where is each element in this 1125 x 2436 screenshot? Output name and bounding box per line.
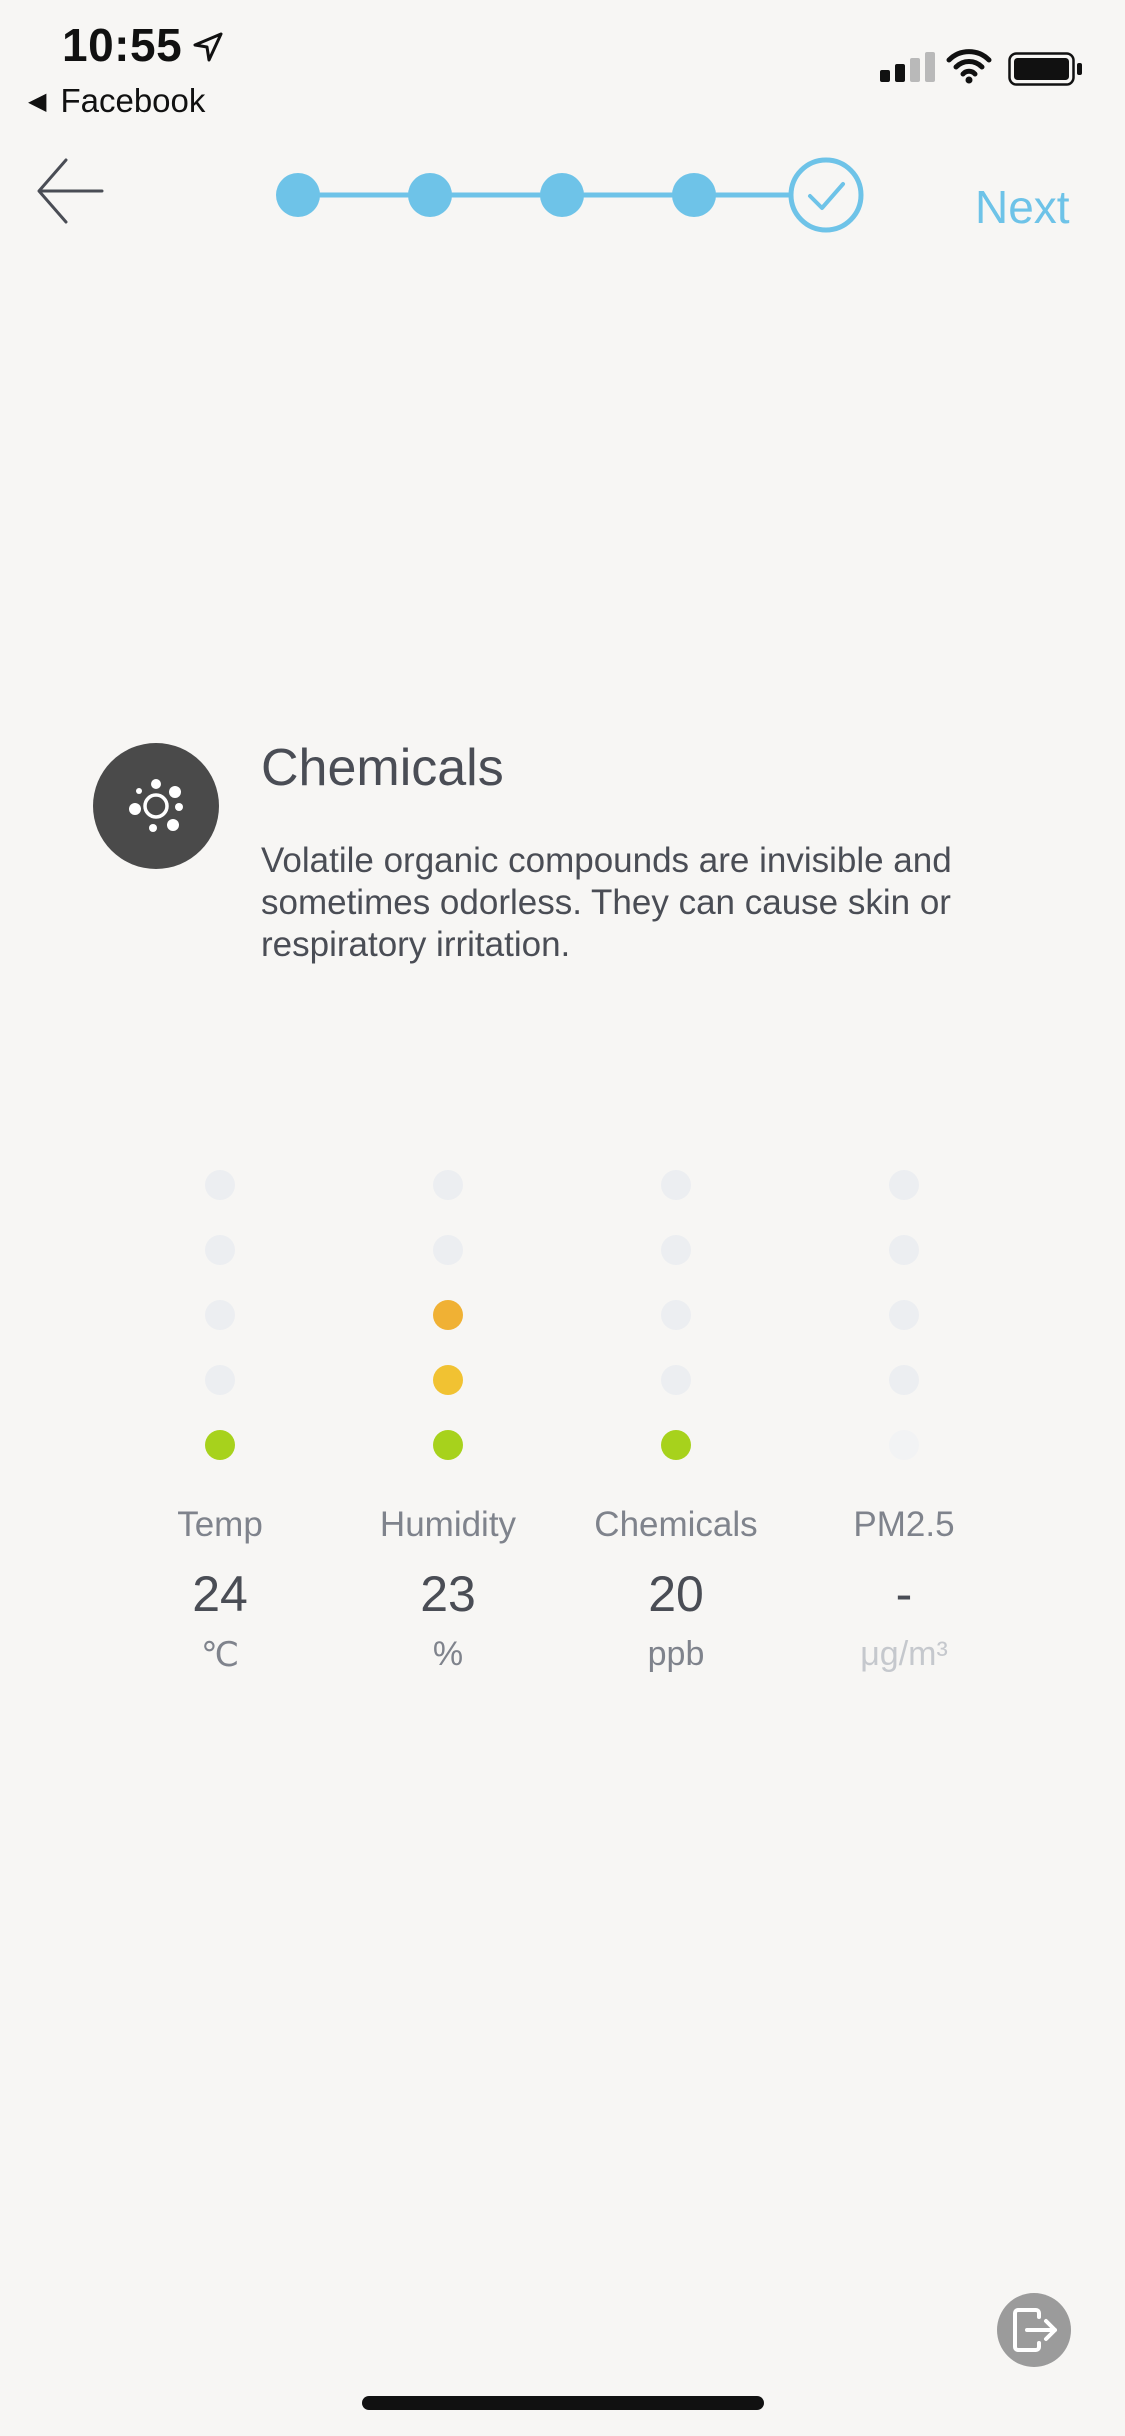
level-dot [205,1430,235,1460]
level-dot [661,1365,691,1395]
wifi-icon [946,49,992,84]
level-dot [205,1170,235,1200]
next-button[interactable]: Next [975,180,1070,234]
metric-unit: ℃ [200,1636,240,1674]
step-4-dot [672,173,716,217]
level-dot [889,1235,919,1265]
level-dot [433,1300,463,1330]
metric-label: Temp [177,1505,263,1544]
level-dot [889,1430,919,1460]
step-3-dot [540,173,584,217]
metric-value: 20 [648,1566,704,1622]
level-dot [433,1235,463,1265]
step-2-dot [408,173,452,217]
info-description: Volatile organic compounds are invisible… [261,841,952,964]
level-dot [661,1235,691,1265]
metric-value: 24 [192,1566,248,1622]
home-indicator[interactable] [362,2396,764,2410]
level-dot [205,1235,235,1265]
chemicals-icon [93,743,219,869]
metric-label: Humidity [379,1505,517,1544]
level-dot [661,1300,691,1330]
exit-button[interactable] [997,2293,1071,2367]
step-1-dot [276,173,320,217]
level-dot [889,1170,919,1200]
status-time: 10:55 [62,19,183,71]
metric-value: - [895,1566,913,1622]
signal-icon [880,52,935,82]
level-dot [889,1365,919,1395]
level-dot [661,1170,691,1200]
level-dot [433,1365,463,1395]
metric-value: 23 [420,1566,476,1622]
back-app-label: Facebook [60,82,206,119]
metric-unit: μg/m³ [860,1635,948,1673]
level-dot [205,1365,235,1395]
battery-icon [1008,52,1082,86]
metric-label: Chemicals [594,1505,758,1544]
level-dot [661,1430,691,1460]
back-triangle-icon: ◀ [28,87,47,115]
progress-stepper [276,157,864,233]
exit-icon [1013,2308,1057,2352]
level-dot [433,1430,463,1460]
level-dot [433,1170,463,1200]
back-to-app-link[interactable]: ◀ Facebook [28,82,205,120]
level-dot [205,1300,235,1330]
step-5-check-icon [788,157,864,233]
level-dot [889,1300,919,1330]
info-title: Chemicals [261,739,504,797]
back-arrow-icon[interactable] [36,156,106,226]
metric-unit: % [432,1635,464,1673]
location-arrow-icon [193,32,223,62]
metric-label: PM2.5 [853,1505,955,1544]
metric-unit: ppb [647,1635,705,1673]
